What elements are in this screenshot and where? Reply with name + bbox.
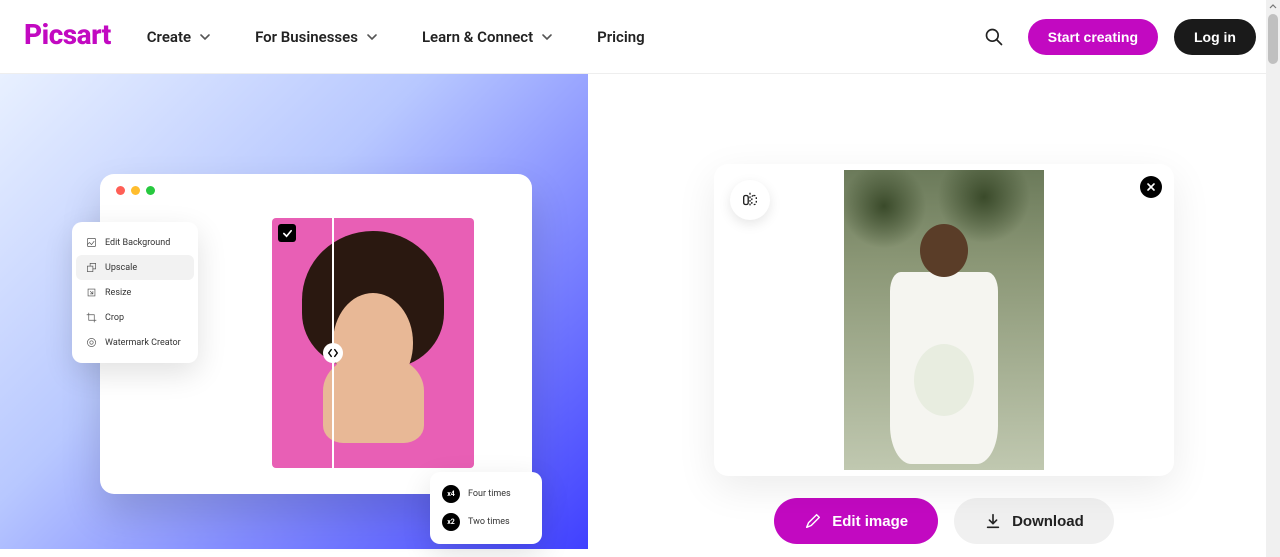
- upscale-icon: [86, 262, 97, 273]
- option-badge: x2: [442, 513, 460, 531]
- chevron-down-icon: [366, 31, 378, 43]
- upscale-option-2x[interactable]: x2 Two times: [438, 508, 534, 536]
- tool-menu-label: Watermark Creator: [105, 338, 181, 348]
- compare-slider-handle[interactable]: [323, 343, 343, 363]
- close-icon: [1146, 182, 1156, 192]
- traffic-yellow-icon: [131, 186, 140, 195]
- edit-image-button[interactable]: Edit image: [774, 498, 938, 544]
- tool-menu-label: Upscale: [105, 263, 137, 273]
- close-result-button[interactable]: [1140, 176, 1162, 198]
- edit-background-icon: [86, 237, 97, 248]
- tool-menu-label: Resize: [105, 288, 131, 298]
- result-actions: Edit image Download: [774, 498, 1114, 544]
- button-label: Edit image: [832, 513, 908, 530]
- tool-menu-item-resize[interactable]: Resize: [76, 280, 194, 305]
- tool-menu-label: Crop: [105, 313, 124, 323]
- download-icon: [984, 512, 1002, 530]
- compare-icon: [741, 191, 759, 209]
- result-panel: Edit image Download: [588, 74, 1280, 557]
- tool-menu-label: Edit Background: [105, 238, 170, 248]
- scrollbar-arrow-up-icon[interactable]: [1266, 0, 1280, 14]
- tool-menu: Edit Background Upscale Resize Crop Wate…: [72, 222, 198, 363]
- button-label: Log in: [1194, 29, 1236, 45]
- option-label: Two times: [468, 517, 510, 527]
- chevron-down-icon: [541, 31, 553, 43]
- upscale-option-4x[interactable]: x4 Four times: [438, 480, 534, 508]
- watermark-icon: [86, 337, 97, 348]
- result-image: [844, 170, 1044, 470]
- window-traffic-lights: [116, 186, 155, 195]
- mock-portrait-illustration: [272, 218, 474, 468]
- primary-nav: Create For Businesses Learn & Connect Pr…: [147, 28, 645, 46]
- start-creating-button[interactable]: Start creating: [1028, 19, 1158, 55]
- nav-item-pricing[interactable]: Pricing: [597, 28, 645, 46]
- resize-icon: [86, 287, 97, 298]
- promo-panel: Edit Background Upscale Resize Crop Wate…: [0, 74, 588, 549]
- chevron-down-icon: [199, 31, 211, 43]
- upscale-options: x4 Four times x2 Two times: [430, 472, 542, 544]
- nav-label: For Businesses: [255, 28, 358, 46]
- button-label: Download: [1012, 513, 1084, 530]
- tool-menu-item-watermark[interactable]: Watermark Creator: [76, 330, 194, 355]
- scrollbar[interactable]: [1266, 0, 1280, 557]
- button-label: Start creating: [1048, 29, 1138, 45]
- pencil-icon: [804, 512, 822, 530]
- main-content: Edit Background Upscale Resize Crop Wate…: [0, 74, 1280, 557]
- mock-preview-image: [272, 218, 474, 468]
- result-card: [714, 164, 1174, 476]
- nav-item-create[interactable]: Create: [147, 28, 211, 46]
- brand-text: Picsart: [24, 18, 111, 51]
- option-badge: x4: [442, 485, 460, 503]
- traffic-green-icon: [146, 186, 155, 195]
- nav-label: Create: [147, 28, 191, 46]
- traffic-red-icon: [116, 186, 125, 195]
- nav-item-learn[interactable]: Learn & Connect: [422, 28, 553, 46]
- search-icon: [984, 27, 1004, 47]
- selection-check: [278, 224, 296, 242]
- mock-app-window: Edit Background Upscale Resize Crop Wate…: [100, 174, 532, 494]
- search-button[interactable]: [976, 19, 1012, 55]
- compare-toggle-button[interactable]: [730, 180, 770, 220]
- tool-menu-item-edit-background[interactable]: Edit Background: [76, 230, 194, 255]
- compare-arrows-icon: [327, 347, 339, 359]
- check-icon: [282, 228, 293, 239]
- scrollbar-thumb[interactable]: [1268, 14, 1278, 64]
- login-button[interactable]: Log in: [1174, 19, 1256, 55]
- option-label: Four times: [468, 489, 511, 499]
- download-button[interactable]: Download: [954, 498, 1114, 544]
- tool-menu-item-upscale[interactable]: Upscale: [76, 255, 194, 280]
- tool-menu-item-crop[interactable]: Crop: [76, 305, 194, 330]
- main-header: Picsart Create For Businesses Learn & Co…: [0, 0, 1280, 74]
- nav-label: Pricing: [597, 28, 645, 46]
- nav-label: Learn & Connect: [422, 28, 533, 46]
- brand-logo[interactable]: Picsart: [24, 18, 111, 51]
- bride-illustration: [884, 224, 1004, 464]
- header-actions: Start creating Log in: [976, 19, 1256, 55]
- crop-icon: [86, 312, 97, 323]
- nav-item-businesses[interactable]: For Businesses: [255, 28, 378, 46]
